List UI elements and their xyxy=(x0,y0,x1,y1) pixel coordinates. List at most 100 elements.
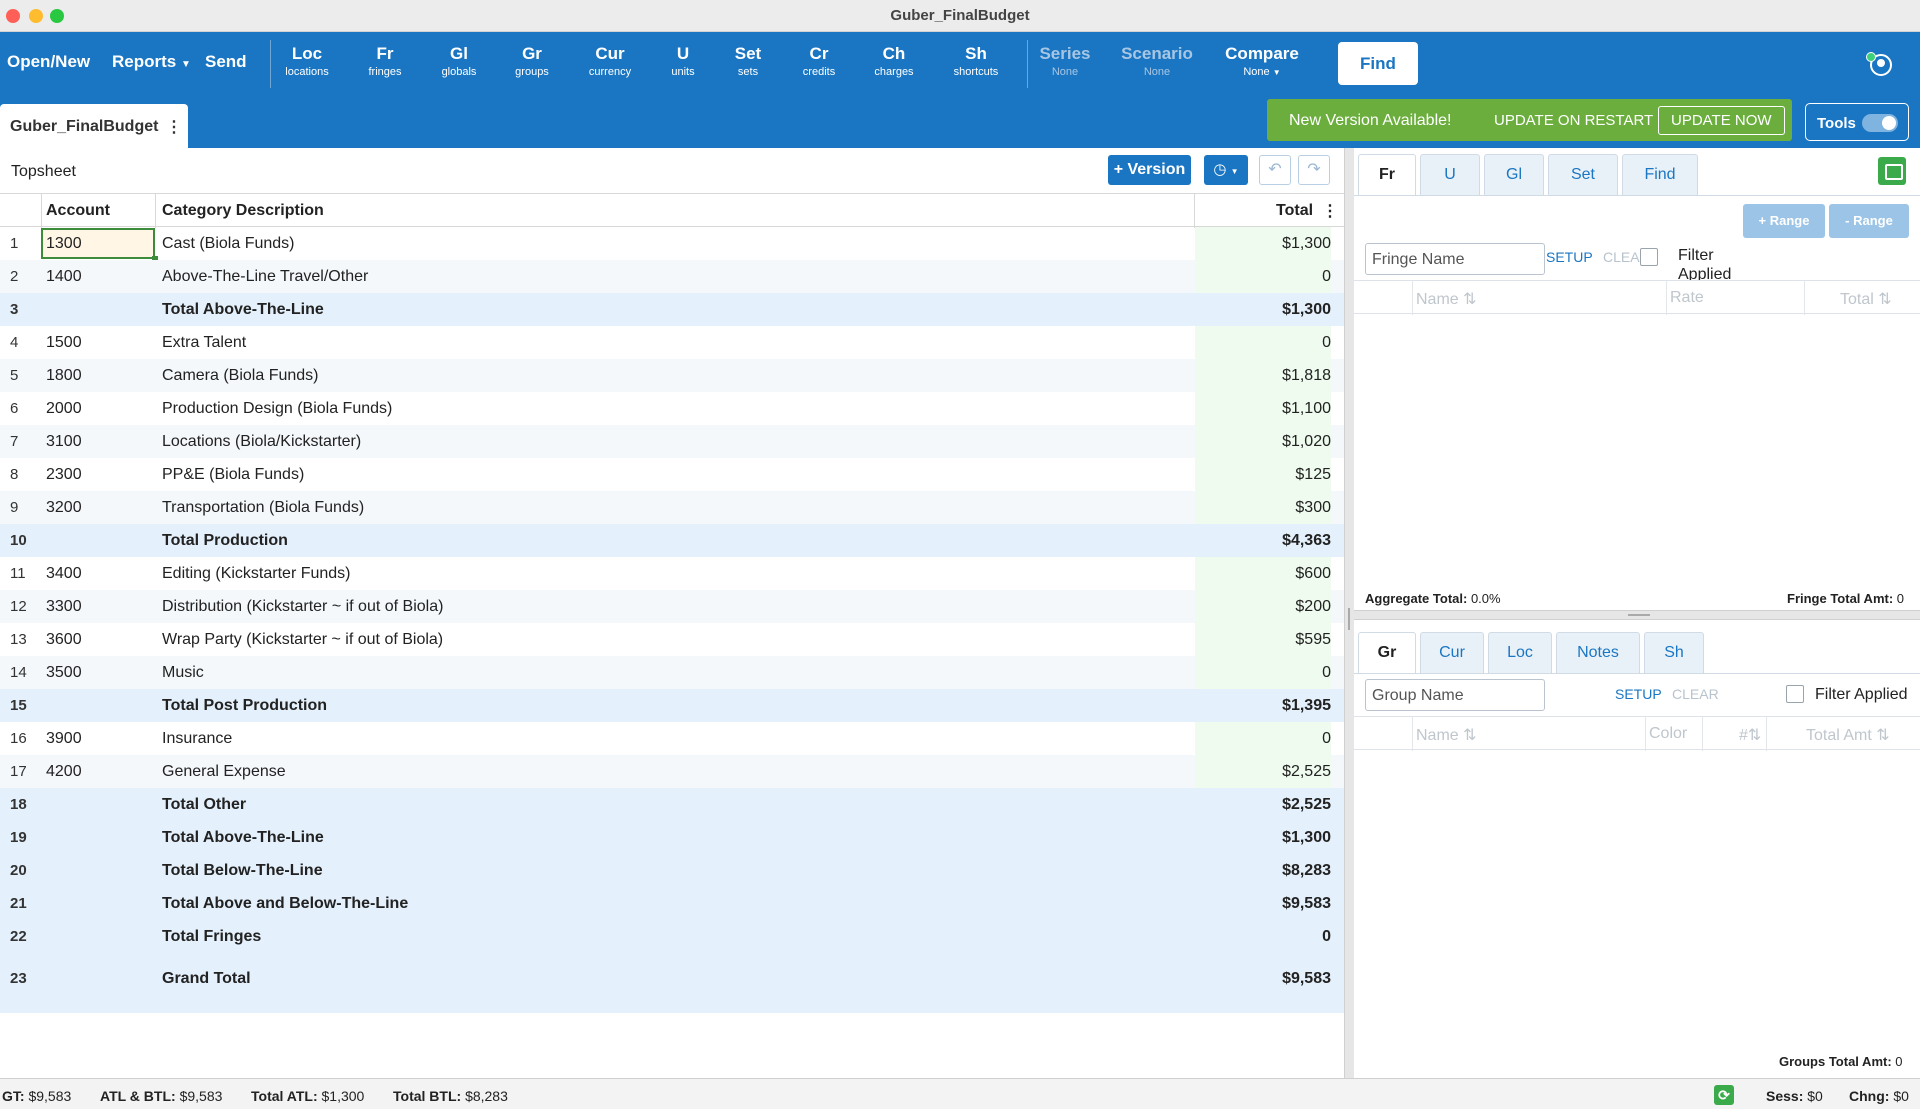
account-cell[interactable]: 1800 xyxy=(46,367,82,385)
description-cell[interactable]: Distribution (Kickstarter ~ if out of Bi… xyxy=(162,598,443,616)
total-cell[interactable]: $1,100 xyxy=(1282,400,1331,418)
total-cell[interactable]: 0 xyxy=(1322,664,1331,682)
description-cell[interactable]: Total Above and Below-The-Line xyxy=(162,895,408,913)
total-cell[interactable]: 0 xyxy=(1322,928,1331,946)
description-cell[interactable]: Total Post Production xyxy=(162,697,327,715)
account-cell[interactable]: 3300 xyxy=(46,598,82,616)
history-button[interactable]: ◷ ▼ xyxy=(1204,155,1248,185)
tab-sets[interactable]: Set xyxy=(1548,154,1618,196)
tab-notes[interactable]: Notes xyxy=(1556,632,1640,674)
description-cell[interactable]: Production Design (Biola Funds) xyxy=(162,400,392,418)
description-cell[interactable]: Extra Talent xyxy=(162,334,246,352)
fringe-col-rate[interactable]: Rate xyxy=(1670,289,1704,307)
group-col-color[interactable]: Color xyxy=(1649,725,1687,743)
account-cell[interactable]: 3500 xyxy=(46,664,82,682)
account-cell[interactable]: 2000 xyxy=(46,400,82,418)
description-cell[interactable]: Wrap Party (Kickstarter ~ if out of Biol… xyxy=(162,631,443,649)
total-cell[interactable]: 0 xyxy=(1322,268,1331,286)
sets-button[interactable]: Set sets xyxy=(708,44,788,78)
total-row[interactable]: 21 Total Above and Below-The-Line $9,583 xyxy=(0,887,1344,920)
document-tab[interactable]: Guber_FinalBudget ⋮ xyxy=(0,104,188,148)
series-button[interactable]: Series None xyxy=(1025,44,1105,78)
description-cell[interactable]: Camera (Biola Funds) xyxy=(162,367,319,385)
total-row[interactable]: 19 Total Above-The-Line $1,300 xyxy=(0,821,1344,854)
update-on-restart-button[interactable]: UPDATE ON RESTART xyxy=(1494,112,1653,129)
table-row[interactable]: 9 3200 Transportation (Biola Funds) $300 xyxy=(0,491,1344,524)
fringe-setup-button[interactable]: SETUP xyxy=(1546,249,1593,265)
shortcuts-button[interactable]: Sh shortcuts xyxy=(936,44,1016,78)
total-cell[interactable]: $9,583 xyxy=(1282,895,1331,913)
fringe-col-total[interactable]: Total ⇅ xyxy=(1840,289,1892,309)
currency-button[interactable]: Cur currency xyxy=(570,44,650,78)
total-cell[interactable]: $595 xyxy=(1295,631,1331,649)
total-cell[interactable]: $600 xyxy=(1295,565,1331,583)
fringe-filter-checkbox[interactable] xyxy=(1640,248,1658,266)
group-clear-button[interactable]: CLEAR xyxy=(1672,686,1719,702)
total-cell[interactable]: $9,583 xyxy=(1282,970,1331,988)
tab-globals[interactable]: Gl xyxy=(1484,154,1544,196)
description-cell[interactable]: Cast (Biola Funds) xyxy=(162,235,295,253)
total-row[interactable]: 3 Total Above-The-Line $1,300 xyxy=(0,293,1344,326)
table-row[interactable]: 11 3400 Editing (Kickstarter Funds) $600 xyxy=(0,557,1344,590)
sync-icon[interactable]: ⟳ xyxy=(1714,1085,1734,1105)
total-row[interactable]: 20 Total Below-The-Line $8,283 xyxy=(0,854,1344,887)
credits-button[interactable]: Cr credits xyxy=(779,44,859,78)
locations-button[interactable]: Loc locations xyxy=(267,44,347,78)
total-row[interactable]: 23 Grand Total $9,583 xyxy=(0,953,1344,1013)
globals-button[interactable]: Gl globals xyxy=(419,44,499,78)
tools-toggle-switch[interactable] xyxy=(1862,114,1898,132)
account-cell[interactable]: 3600 xyxy=(46,631,82,649)
description-cell[interactable]: Total Production xyxy=(162,532,288,550)
group-col-count[interactable]: #⇅ xyxy=(1739,725,1761,745)
update-now-button[interactable]: UPDATE NOW xyxy=(1658,106,1785,135)
add-range-button[interactable]: + Range xyxy=(1743,204,1825,238)
description-cell[interactable]: PP&E (Biola Funds) xyxy=(162,466,304,484)
description-cell[interactable]: Locations (Biola/Kickstarter) xyxy=(162,433,361,451)
account-cell[interactable]: 1500 xyxy=(46,334,82,352)
description-cell[interactable]: Total Above-The-Line xyxy=(162,301,324,319)
account-cell[interactable]: 1300 xyxy=(46,235,82,253)
column-menu-icon[interactable]: ⋮ xyxy=(1322,201,1338,221)
total-cell[interactable]: $1,300 xyxy=(1282,235,1331,253)
redo-button[interactable]: ↷ xyxy=(1298,155,1330,185)
total-row[interactable]: 22 Total Fringes 0 xyxy=(0,920,1344,953)
total-cell[interactable]: $300 xyxy=(1295,499,1331,517)
description-cell[interactable]: General Expense xyxy=(162,763,286,781)
tab-groups[interactable]: Gr xyxy=(1358,632,1416,674)
scenario-button[interactable]: Scenario None xyxy=(1112,44,1202,78)
description-cell[interactable]: Grand Total xyxy=(162,970,251,988)
group-filter-checkbox[interactable] xyxy=(1786,685,1804,703)
table-row[interactable]: 2 1400 Above-The-Line Travel/Other 0 xyxy=(0,260,1344,293)
tab-find[interactable]: Find xyxy=(1622,154,1698,196)
table-row[interactable]: 13 3600 Wrap Party (Kickstarter ~ if out o… xyxy=(0,623,1344,656)
fringe-col-name[interactable]: Name ⇅ xyxy=(1416,289,1477,309)
account-cell[interactable]: 3200 xyxy=(46,499,82,517)
compare-dropdown[interactable]: Compare None ▼ xyxy=(1217,44,1307,78)
find-button[interactable]: Find xyxy=(1338,42,1418,85)
column-header-description[interactable]: Category Description xyxy=(162,202,324,220)
total-cell[interactable]: $200 xyxy=(1295,598,1331,616)
table-row[interactable]: 17 4200 General Expense $2,525 xyxy=(0,755,1344,788)
total-cell[interactable]: $2,525 xyxy=(1282,796,1331,814)
total-cell[interactable]: $1,395 xyxy=(1282,697,1331,715)
description-cell[interactable]: Editing (Kickstarter Funds) xyxy=(162,565,351,583)
account-cell[interactable]: 3400 xyxy=(46,565,82,583)
account-cell[interactable]: 1400 xyxy=(46,268,82,286)
description-cell[interactable]: Music xyxy=(162,664,204,682)
charges-button[interactable]: Ch charges xyxy=(854,44,934,78)
tools-toggle-button[interactable]: Tools xyxy=(1805,103,1909,141)
panel-layout-icon[interactable] xyxy=(1878,157,1906,185)
total-cell[interactable]: 0 xyxy=(1322,730,1331,748)
open-new-button[interactable]: Open/New xyxy=(7,52,90,72)
table-row[interactable]: 16 3900 Insurance 0 xyxy=(0,722,1344,755)
description-cell[interactable]: Total Fringes xyxy=(162,928,261,946)
column-header-total[interactable]: Total xyxy=(1276,202,1313,220)
tab-locations[interactable]: Loc xyxy=(1488,632,1552,674)
column-header-account[interactable]: Account xyxy=(46,202,110,220)
tab-fringes[interactable]: Fr xyxy=(1358,154,1416,196)
table-row[interactable]: 7 3100 Locations (Biola/Kickstarter) $1,020 xyxy=(0,425,1344,458)
description-cell[interactable]: Total Below-The-Line xyxy=(162,862,323,880)
fringe-name-input[interactable]: Fringe Name xyxy=(1365,243,1545,275)
tab-currency[interactable]: Cur xyxy=(1420,632,1484,674)
add-version-button[interactable]: + Version xyxy=(1108,155,1191,185)
